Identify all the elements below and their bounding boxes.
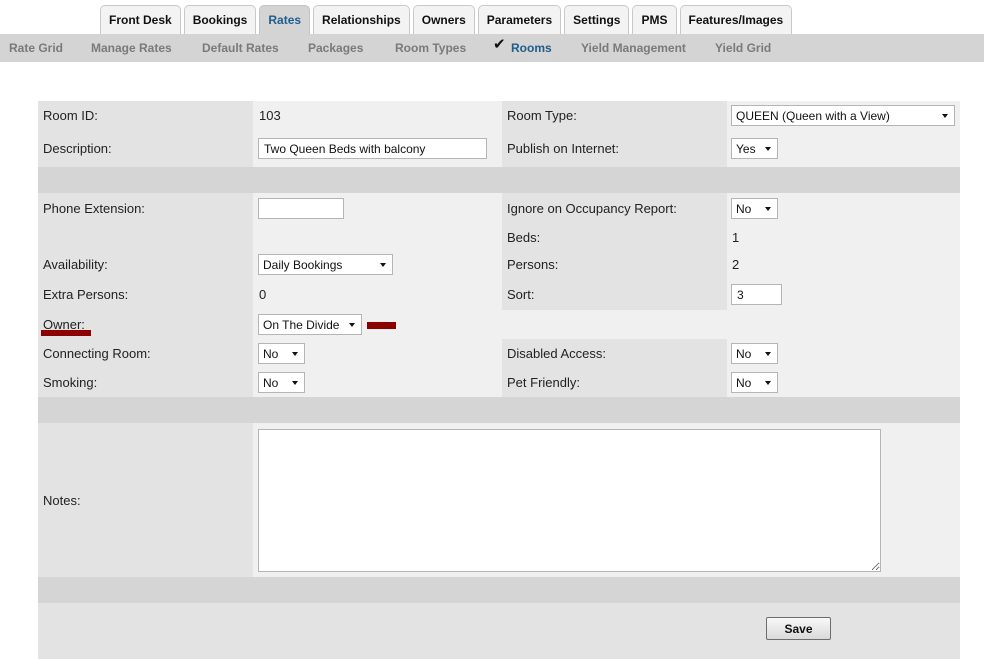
chevron-down-icon bbox=[380, 262, 386, 267]
description-label: Description: bbox=[43, 141, 112, 156]
chevron-down-icon bbox=[765, 206, 771, 211]
chevron-down-icon bbox=[765, 380, 771, 385]
ignore-occupancy-select[interactable]: No bbox=[731, 198, 778, 219]
chevron-down-icon bbox=[765, 351, 771, 356]
owner-color-swatch bbox=[367, 322, 396, 329]
ignore-occupancy-label: Ignore on Occupancy Report: bbox=[507, 201, 677, 216]
beds-value: 1 bbox=[732, 230, 740, 245]
main-tabs: Front Desk Bookings Rates Relationships … bbox=[100, 5, 793, 34]
subnav-yield-grid[interactable]: Yield Grid bbox=[715, 34, 771, 62]
chevron-down-icon bbox=[942, 113, 948, 118]
section-separator bbox=[38, 577, 960, 603]
availability-value: Daily Bookings bbox=[263, 257, 343, 272]
smoking-label: Smoking: bbox=[43, 375, 98, 390]
persons-value: 2 bbox=[732, 257, 740, 272]
disabled-access-label: Disabled Access: bbox=[507, 346, 606, 361]
phone-extension-input[interactable] bbox=[258, 198, 344, 219]
persons-label: Persons: bbox=[507, 257, 559, 272]
owner-highlight-marker bbox=[41, 330, 91, 336]
publish-value: Yes bbox=[736, 141, 756, 156]
sort-input[interactable] bbox=[731, 284, 782, 305]
subnav-yield-management[interactable]: Yield Management bbox=[581, 34, 686, 62]
subnav-packages[interactable]: Packages bbox=[308, 34, 363, 62]
extra-persons-label: Extra Persons: bbox=[43, 287, 129, 302]
subnav-manage-rates[interactable]: Manage Rates bbox=[91, 34, 172, 62]
disabled-access-select[interactable]: No bbox=[731, 343, 778, 364]
beds-label: Beds: bbox=[507, 230, 541, 245]
publish-label: Publish on Internet: bbox=[507, 141, 620, 156]
tab-features-images[interactable]: Features/Images bbox=[679, 5, 793, 34]
section-separator bbox=[38, 167, 960, 193]
pet-friendly-select[interactable]: No bbox=[731, 372, 778, 393]
tab-settings[interactable]: Settings bbox=[564, 5, 630, 34]
section-separator bbox=[38, 397, 960, 423]
disabled-access-value: No bbox=[736, 346, 752, 361]
availability-select[interactable]: Daily Bookings bbox=[258, 254, 393, 275]
ignore-occupancy-value: No bbox=[736, 201, 752, 216]
sub-navigation: Rate Grid Manage Rates Default Rates Pac… bbox=[0, 34, 984, 62]
connecting-room-select[interactable]: No bbox=[258, 343, 305, 364]
subnav-rate-grid[interactable]: Rate Grid bbox=[9, 34, 63, 62]
publish-select[interactable]: Yes bbox=[731, 138, 778, 159]
subnav-default-rates[interactable]: Default Rates bbox=[202, 34, 279, 62]
smoking-value: No bbox=[263, 375, 279, 390]
tab-bookings[interactable]: Bookings bbox=[183, 5, 257, 34]
chevron-down-icon bbox=[292, 351, 298, 356]
pet-friendly-value: No bbox=[736, 375, 752, 390]
chevron-down-icon bbox=[765, 146, 771, 151]
availability-label: Availability: bbox=[43, 257, 108, 272]
sort-label: Sort: bbox=[507, 287, 535, 302]
tab-pms[interactable]: PMS bbox=[632, 5, 677, 34]
tab-owners[interactable]: Owners bbox=[412, 5, 475, 34]
subnav-rooms[interactable]: Rooms bbox=[511, 34, 552, 62]
chevron-down-icon bbox=[349, 322, 355, 327]
notes-label: Notes: bbox=[43, 493, 81, 508]
phone-extension-label: Phone Extension: bbox=[43, 201, 145, 216]
connecting-room-label: Connecting Room: bbox=[43, 346, 151, 361]
tab-rates[interactable]: Rates bbox=[259, 5, 311, 34]
connecting-room-value: No bbox=[263, 346, 279, 361]
owner-select[interactable]: On The Divide bbox=[258, 314, 362, 335]
checkmark-icon: ✔ bbox=[493, 36, 506, 53]
smoking-select[interactable]: No bbox=[258, 372, 305, 393]
subnav-room-types[interactable]: Room Types bbox=[395, 34, 466, 62]
pet-friendly-label: Pet Friendly: bbox=[507, 375, 580, 390]
room-id-label: Room ID: bbox=[43, 108, 98, 123]
extra-persons-value: 0 bbox=[259, 287, 267, 302]
notes-textarea[interactable] bbox=[258, 429, 881, 572]
room-type-label: Room Type: bbox=[507, 108, 577, 123]
room-id-value: 103 bbox=[259, 108, 281, 123]
room-type-select[interactable]: QUEEN (Queen with a View) bbox=[731, 105, 955, 126]
chevron-down-icon bbox=[292, 380, 298, 385]
tab-relationships[interactable]: Relationships bbox=[313, 5, 410, 34]
owner-value: On The Divide bbox=[263, 317, 340, 332]
description-input[interactable] bbox=[258, 138, 487, 159]
tab-front-desk[interactable]: Front Desk bbox=[100, 5, 181, 34]
room-type-value: QUEEN (Queen with a View) bbox=[736, 108, 890, 123]
save-button[interactable]: Save bbox=[766, 617, 831, 640]
tab-parameters[interactable]: Parameters bbox=[477, 5, 562, 34]
